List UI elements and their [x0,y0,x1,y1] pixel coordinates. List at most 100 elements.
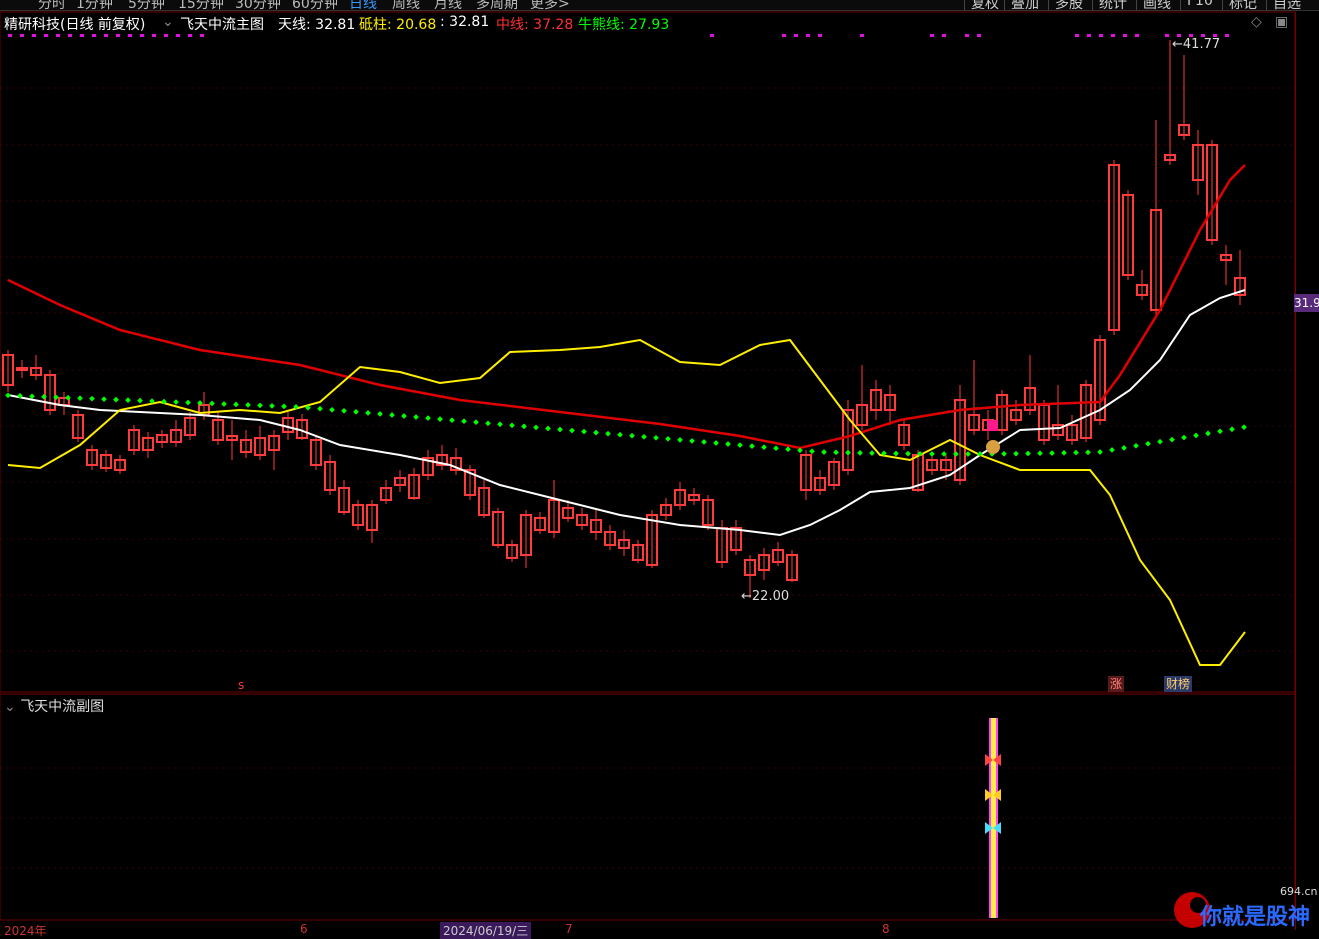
kline-chart[interactable] [0,0,1319,930]
window-icon[interactable]: ▣ [1275,14,1288,30]
niuxiong-dot [485,420,491,427]
watermark-url: 694.cn [1280,885,1318,898]
niuxiong-dot [341,407,347,414]
niuxiong-dot [929,451,935,457]
niuxiong-dot [821,449,827,455]
niuxiong-dot [605,430,611,437]
niuxiong-dot [965,451,971,457]
chevron-down-icon[interactable]: ⌄ [4,699,16,715]
signal-s-marker: s [238,678,245,692]
sub-panel-border [0,693,1296,921]
niuxiong-dot [1133,442,1139,449]
niuxiong-dot [521,423,527,430]
current-price-tag: 31.9 [1294,294,1319,312]
low-price-value: 22.00 [751,589,790,604]
niuxiong-dot [581,428,587,435]
zhongxian-value: 中线: 37.28 [496,17,574,33]
stock-title: 精研科技(日线 前复权) [4,17,146,33]
niuxiong-dot [845,449,851,456]
niuxiong-dot [437,416,443,422]
high-price-value: 41.77 [1182,37,1221,52]
signal-bar-inner [991,718,996,918]
arrow-left-icon: ← [741,589,752,604]
niuxiong-dot [641,433,647,440]
niuxiong-dot [281,403,287,410]
niuxiong-dot [557,426,563,433]
indicator-header: 精研科技(日线 前复权) ⌄ 飞天中流主图 天线: 32.81 砥柱: 20.6… [0,12,1300,36]
niuxiong-dot [1025,450,1031,457]
niuxiong-dot [737,442,743,448]
diamond-icon[interactable]: ◇ [1251,14,1262,30]
niuxiong-dot [893,450,899,457]
niuxiong-dot [425,415,431,421]
indicator-name[interactable]: 飞天中流主图 [180,14,264,34]
niuxiong-dot [473,419,479,426]
dizhu-value: 砥柱: 20.68 [359,17,437,33]
niuxiong-dot [1049,450,1055,456]
cursor-date-label: 2024/06/19/三 [440,922,532,939]
niuxiong-dot [1145,440,1151,447]
niuxiong-dot [245,402,251,408]
niuxiong-dot [569,427,575,434]
niuxiong-dot [269,403,275,409]
niuxiong-dot [1013,450,1019,457]
sub-chart-name[interactable]: 飞天中流副图 [20,699,104,715]
sub-chart-title: ⌄ 飞天中流副图 [4,696,104,716]
niuxiong-dot [365,410,371,416]
niuxiong-dot [857,450,863,456]
niuxiong-dot [173,399,179,405]
niuxiong-dot [1097,449,1103,455]
niuxiong-dot [1217,428,1223,435]
niuxiong-dot [137,397,143,404]
niuxiong-dot [1193,432,1199,439]
tianxian-line [7,289,1246,537]
dizhu-value-2: : 32.81 [440,14,490,30]
zhongxian-line [7,164,1246,450]
niuxiong-dot [713,440,719,446]
main-panel-border [0,11,1296,693]
niuxiong-dot [377,411,383,417]
niuxiong-value: 牛熊线: 27.93 [578,17,670,33]
niuxiong-dot [701,439,707,445]
signal-square [987,420,998,431]
niuxiong-dot [509,422,515,429]
niuxiong-dot [413,414,419,420]
niuxiong-dot [629,432,635,439]
niuxiong-dot [689,438,695,444]
niuxiong-dot [233,401,239,408]
niuxiong-dot [1169,436,1175,443]
niuxiong-dot [1157,438,1163,445]
month-tick-7: 7 [565,922,573,936]
caibang-marker[interactable]: 财榜 [1164,676,1193,692]
niuxiong-dot [1181,434,1187,441]
month-tick-6: 6 [300,922,308,936]
watermark-text: 你就是股神 [1200,905,1311,930]
niuxiong-dot [1109,447,1115,453]
niuxiong-dot [833,449,839,456]
moneybag-icon [986,440,1000,454]
niuxiong-dot [761,444,767,450]
high-price-label: ←41.77 [1172,37,1220,52]
niuxiong-dot [449,417,455,423]
niuxiong-dot [401,413,407,419]
year-label: 2024年 [4,924,47,938]
niuxiong-dot [653,434,659,441]
niuxiong-dot [1121,445,1127,451]
niuxiong-dot [1085,449,1091,456]
niuxiong-dot [185,399,191,406]
niuxiong-dot [533,424,539,431]
niuxiong-dot [1241,424,1247,431]
month-tick-8: 8 [882,922,890,936]
chevron-down-icon[interactable]: ⌄ [162,14,174,30]
niuxiong-dot [329,406,335,413]
niuxiong-dot [5,392,11,399]
niuxiong-dot [593,429,599,436]
zhang-marker[interactable]: 涨 [1108,676,1125,692]
niuxiong-dot [1229,426,1235,433]
niuxiong-dot [1037,450,1043,457]
niuxiong-dot [317,405,323,412]
niuxiong-dot [257,402,263,409]
niuxiong-dot [773,445,779,452]
niuxiong-dot [665,436,671,442]
niuxiong-dot [461,418,467,425]
